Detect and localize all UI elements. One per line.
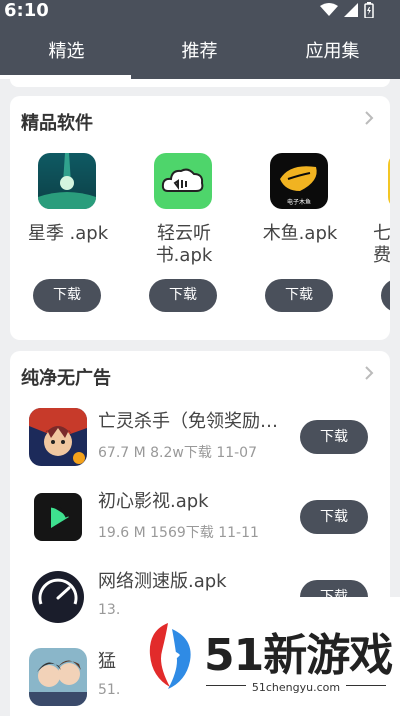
app-name: 亡灵杀手（免领奖励… xyxy=(98,411,278,432)
tab-recommended[interactable]: 推荐 xyxy=(133,24,266,79)
tab-collections[interactable]: 应用集 xyxy=(266,24,399,79)
app-name: 轻云听书.apk xyxy=(155,223,213,266)
section-title: 纯净无广告 xyxy=(21,368,111,389)
app-name: 网络测速版.apk xyxy=(98,571,227,592)
top-tab-bar: 精选 推荐 应用集 xyxy=(0,24,400,79)
list-item[interactable]: 初心影视.apk 19.6 M 1569下载 11-11 下载 xyxy=(10,488,390,568)
watermark-line-right xyxy=(346,685,386,686)
app-icon-muyu: 电子木鱼 xyxy=(270,153,328,209)
tab-featured[interactable]: 精选 xyxy=(0,24,133,79)
app-icon-meng xyxy=(29,648,87,706)
app-icon-partial xyxy=(388,153,390,209)
list-item[interactable]: 亡灵杀手（免领奖励… 67.7 M 8.2w下载 11-07 下载 xyxy=(10,408,390,488)
signal-icon xyxy=(344,3,358,17)
status-bar: 6:10 xyxy=(0,0,400,24)
app-icon-xingji xyxy=(38,153,96,209)
download-button[interactable] xyxy=(381,279,390,312)
download-button[interactable]: 下载 xyxy=(265,279,333,312)
section-title: 精品软件 xyxy=(21,113,93,134)
watermark-text: 51新游戏 xyxy=(204,630,393,681)
download-button[interactable]: 下载 xyxy=(300,420,368,454)
featured-software-card: 精品软件 星季 .apk 下载 轻云听书.apk 下载 电子木鱼 木鱼.apk … xyxy=(10,96,390,340)
app-icon-speedtest xyxy=(29,568,87,626)
status-time: 6:10 xyxy=(4,0,49,21)
watermark-url: 51chengyu.com xyxy=(251,681,341,694)
app-icon-caption: 电子木鱼 xyxy=(287,198,311,206)
download-button[interactable]: 下载 xyxy=(300,500,368,534)
app-icon-qingyun xyxy=(154,153,212,209)
wifi-icon xyxy=(320,3,338,16)
app-icon-chuxin xyxy=(29,488,87,546)
app-name: 初心影视.apk xyxy=(98,491,209,512)
app-name: 木鱼.apk xyxy=(262,223,338,244)
app-meta: 19.6 M 1569下载 11-11 xyxy=(98,525,259,541)
battery-icon xyxy=(364,2,374,18)
download-button[interactable]: 下载 xyxy=(33,279,101,312)
app-icon-wangling xyxy=(29,408,87,466)
app-meta: 67.7 M 8.2w下载 11-07 xyxy=(98,445,257,461)
app-meta: 13. xyxy=(98,602,121,618)
app-name: 七 费 xyxy=(373,223,390,266)
watermark-logo: 51新游戏 51chengyu.com xyxy=(138,597,400,716)
app-meta: 51. xyxy=(98,682,121,698)
previous-card-edge xyxy=(10,79,390,87)
chevron-right-icon[interactable] xyxy=(364,365,374,381)
status-icons xyxy=(320,2,374,18)
watermark-logo-icon xyxy=(149,623,191,689)
chevron-right-icon[interactable] xyxy=(364,110,374,126)
download-button[interactable]: 下载 xyxy=(149,279,217,312)
app-name: 星季 .apk xyxy=(27,223,109,244)
